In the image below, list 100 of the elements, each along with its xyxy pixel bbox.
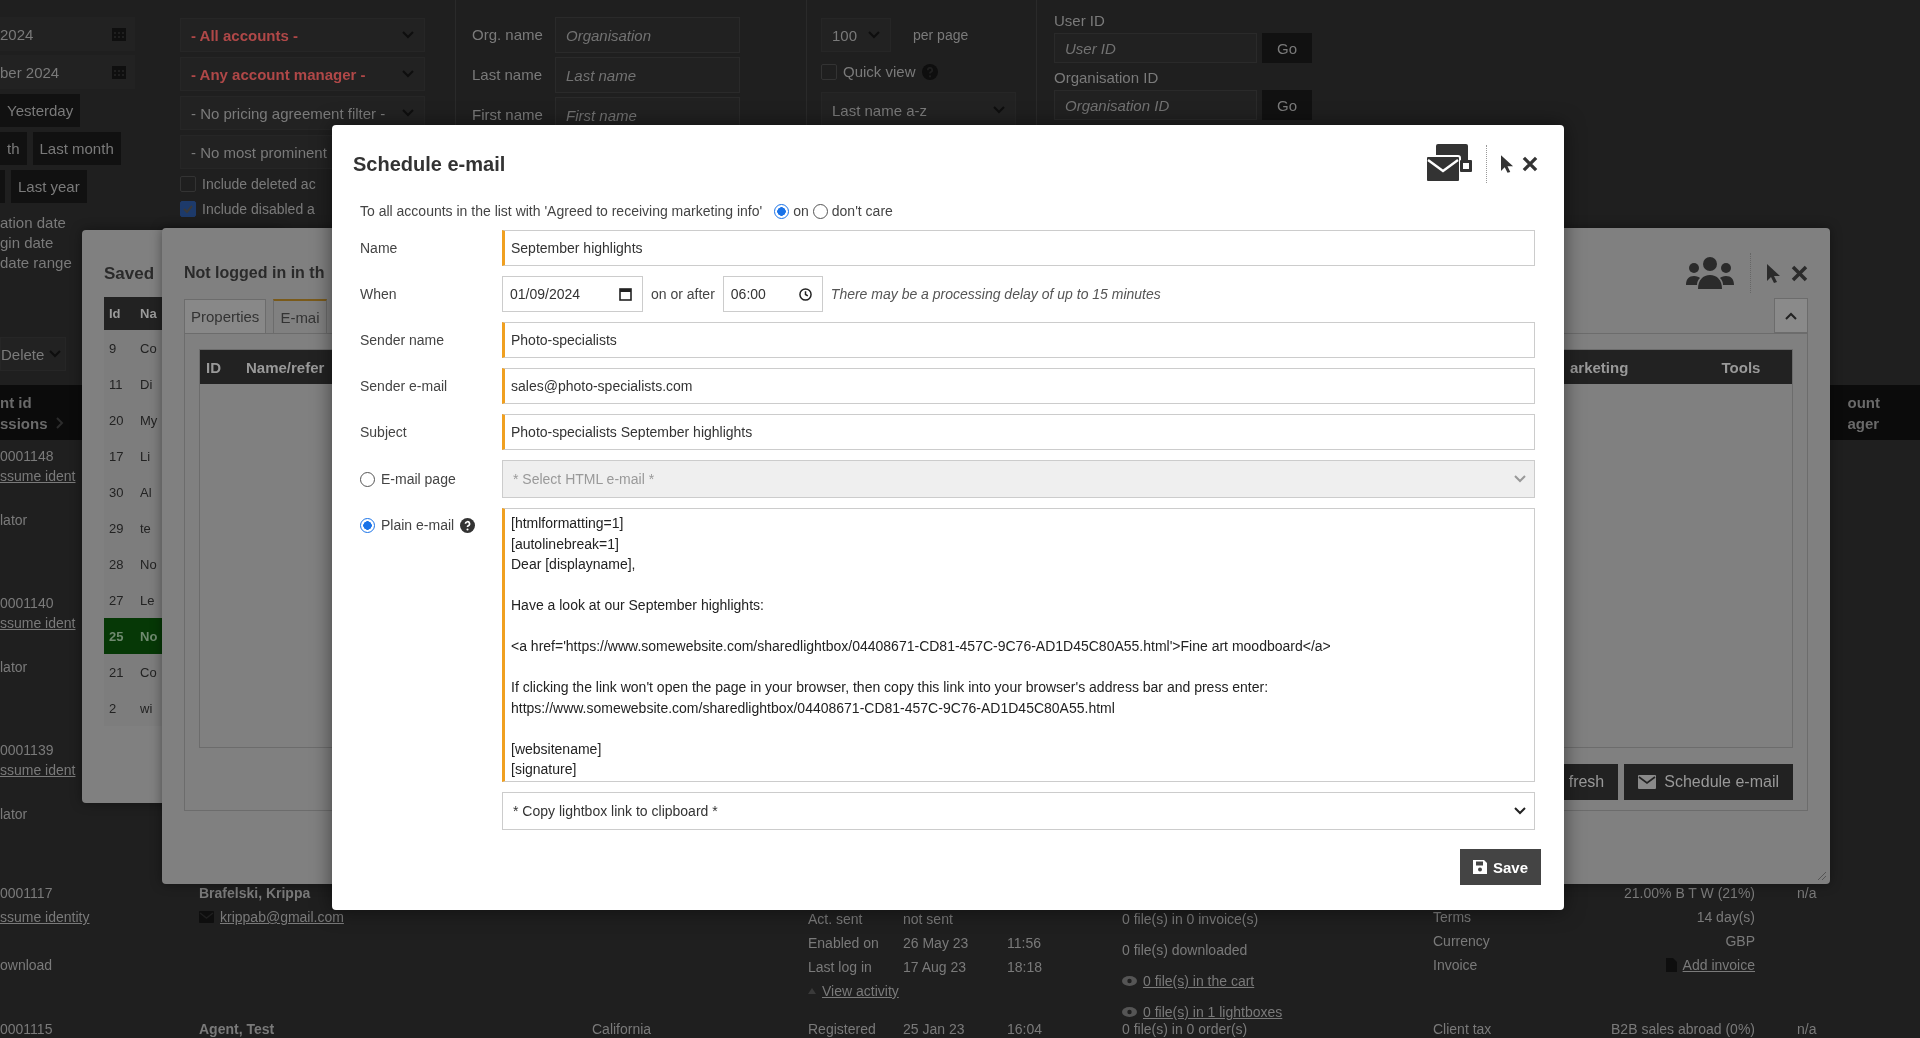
column-header: ager bbox=[1847, 413, 1880, 434]
activity-date: 17 Aug 23 bbox=[903, 958, 968, 977]
terms-label: Invoice bbox=[1433, 956, 1478, 975]
find-label: User ID bbox=[1054, 12, 1106, 30]
column-header: Id bbox=[108, 306, 122, 321]
add-invoice-link[interactable]: Add invoice bbox=[1682, 953, 1755, 977]
calendar-icon bbox=[619, 287, 632, 301]
account-id: 0001115 bbox=[0, 1020, 53, 1038]
assume-identity-link[interactable]: ssume ident bbox=[0, 613, 76, 633]
view-activity-link[interactable]: View activity bbox=[822, 979, 899, 1003]
radio-button[interactable] bbox=[360, 471, 375, 487]
activity-label: Act. sent bbox=[808, 910, 864, 929]
radio-button[interactable] bbox=[360, 517, 375, 533]
tab[interactable]: E-mai bbox=[273, 299, 327, 333]
search-field[interactable]: Last name bbox=[555, 57, 740, 93]
account-id: 0001139 bbox=[0, 741, 54, 760]
save-icon bbox=[1472, 860, 1487, 874]
caret-up-icon bbox=[808, 988, 816, 994]
files-count: 0 file(s) in 0 invoice(s) bbox=[1122, 910, 1259, 929]
activity-date: 26 May 23 bbox=[903, 934, 970, 953]
column-header: nt id bbox=[0, 392, 33, 413]
sender-name-field[interactable]: Photo-specialists bbox=[502, 322, 1535, 358]
collapse-button[interactable] bbox=[1774, 298, 1808, 333]
date-option-label: gin date bbox=[0, 233, 55, 253]
time-field[interactable]: 06:00 bbox=[722, 276, 823, 312]
audience-text: To all accounts in the list with 'Agreed to receiving marketing info' bbox=[360, 203, 763, 219]
id-field[interactable]: User ID bbox=[1054, 33, 1257, 63]
schedule-email-button[interactable]: Schedule e-mail bbox=[1624, 764, 1793, 800]
radio-button[interactable] bbox=[774, 203, 790, 219]
email-body-field[interactable]: [htmlformatting=1] [autolinebreak=1] Dear [displayname], Have a look at our September highlights: <a href='https://www.somewebsite.com/sharedlightbox/04408671-CD81-457C-9C76-AD1D45C80A55.html'>Fine art moodboard</a> If clicking the link won't open the page in your browser, then copy this link into your browser's address bar and press enter: https://www.somewebsite.com/sharedlightbox/04408671-CD81-457C-9C76-AD1D45C80A55.html [websitename] [signature] bbox=[502, 508, 1535, 782]
column-header: ssions bbox=[0, 413, 48, 434]
per-page-select[interactable]: 100 bbox=[821, 18, 891, 52]
terms-label: Terms bbox=[1433, 908, 1472, 927]
filter-select[interactable]: - No pricing agreement filter - bbox=[180, 96, 425, 130]
help-icon[interactable] bbox=[460, 517, 476, 533]
go-button[interactable]: Go bbox=[1262, 33, 1312, 63]
status-text: n/a bbox=[1797, 1020, 1817, 1038]
bulk-action-select[interactable]: Delete bbox=[0, 337, 66, 371]
terms-value: 14 day(s) bbox=[1696, 908, 1755, 927]
filter-select[interactable]: - Any account manager - bbox=[180, 57, 425, 91]
search-label: Org. name bbox=[472, 25, 544, 45]
field-label: Sender e-mail bbox=[360, 378, 449, 394]
date-option-label: ation date bbox=[0, 213, 67, 233]
tab[interactable]: Properties bbox=[184, 299, 267, 333]
clock-icon bbox=[798, 287, 812, 301]
go-button[interactable]: Go bbox=[1262, 90, 1312, 120]
account-role: lator bbox=[0, 511, 28, 530]
checkbox-label: Include disabled a bbox=[202, 200, 315, 219]
sender-email-field[interactable]: sales@photo-specialists.com bbox=[502, 368, 1535, 404]
activity-date: 25 Jan 23 bbox=[903, 1020, 966, 1038]
column-header: ount bbox=[1847, 392, 1880, 413]
search-field[interactable]: Organisation bbox=[555, 17, 740, 53]
date-range-button[interactable]: Last month bbox=[32, 132, 121, 165]
field-label: Sender name bbox=[360, 332, 446, 348]
cursor-icon[interactable] bbox=[1501, 155, 1514, 173]
account-id: 0001140 bbox=[0, 594, 54, 613]
assume-identity-link[interactable]: ssume identity bbox=[0, 905, 90, 929]
close-icon[interactable] bbox=[1522, 156, 1538, 172]
save-button[interactable]: Save bbox=[1459, 849, 1541, 885]
email-link[interactable]: krippab@gmail.com bbox=[220, 905, 344, 929]
name-field[interactable]: September highlights bbox=[502, 230, 1535, 266]
date-field[interactable]: 01/09/2024 bbox=[502, 276, 643, 312]
assume-identity-link[interactable]: ssume ident bbox=[0, 760, 76, 780]
column-header: arketing bbox=[1570, 358, 1630, 376]
field-label: When bbox=[360, 286, 398, 302]
terms-value: GBP bbox=[1725, 932, 1755, 951]
radio-button[interactable] bbox=[812, 203, 828, 219]
chevron-down-icon bbox=[1514, 475, 1526, 483]
assume-identity-link[interactable]: ssume ident bbox=[0, 466, 76, 486]
terms-label: Client tax bbox=[1433, 1020, 1492, 1038]
option-label: on bbox=[793, 203, 809, 219]
column-header: Na bbox=[140, 306, 157, 321]
date-range-button[interactable]: Last year bbox=[11, 170, 87, 203]
account-role: lator bbox=[0, 658, 28, 677]
account-id: 0001148 bbox=[0, 447, 54, 466]
terms-value: B2B sales abroad (0%) bbox=[1611, 1020, 1755, 1038]
resize-grip-icon[interactable] bbox=[1816, 870, 1826, 880]
activity-label: Registered bbox=[808, 1020, 877, 1038]
group-icon bbox=[1686, 255, 1734, 291]
id-field[interactable]: Organisation ID bbox=[1054, 90, 1257, 120]
subject-field[interactable]: Photo-specialists September highlights bbox=[502, 414, 1535, 450]
terms-value: 21.00% B T W (21%) bbox=[1624, 884, 1755, 903]
account-id: 0001117 bbox=[0, 884, 53, 903]
html-email-select[interactable]: * Select HTML e-mail * bbox=[502, 460, 1535, 498]
terms-label: Currency bbox=[1433, 932, 1490, 951]
option-label: Plain e-mail bbox=[381, 517, 455, 533]
lightbox-link-select[interactable]: * Copy lightbox link to clipboard * bbox=[502, 792, 1535, 830]
date-range-button[interactable]: th bbox=[0, 132, 27, 165]
eye-icon bbox=[1122, 976, 1137, 986]
sort-select[interactable]: Last name a-z bbox=[821, 92, 1016, 128]
option-label: E-mail page bbox=[381, 471, 456, 487]
checkbox[interactable] bbox=[180, 201, 196, 217]
files-link[interactable]: 0 file(s) in the cart bbox=[1143, 969, 1255, 993]
filter-select[interactable]: - All accounts - bbox=[180, 18, 425, 52]
chevron-up-icon bbox=[1785, 311, 1797, 320]
find-label: Organisation ID bbox=[1054, 69, 1160, 87]
account-role: ownload bbox=[0, 956, 53, 975]
date-range-button[interactable]: Yesterday bbox=[0, 94, 81, 127]
activity-time: 18:18 bbox=[1007, 958, 1043, 977]
activity-time: 16:04 bbox=[1007, 1020, 1043, 1038]
